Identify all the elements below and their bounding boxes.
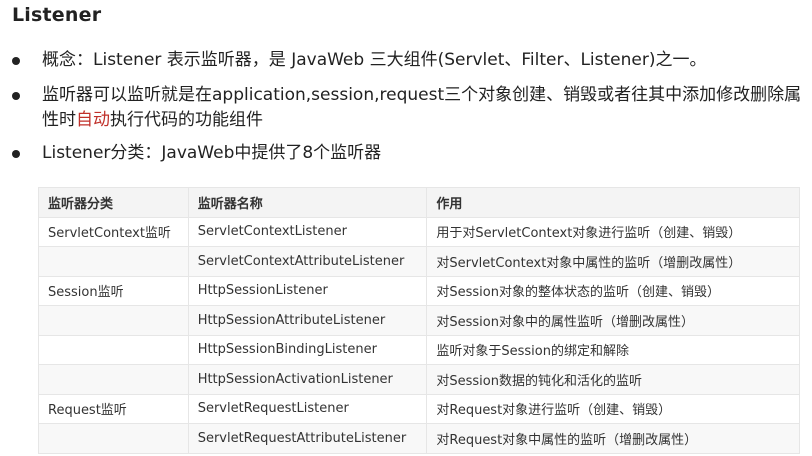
table-row: Session监听 HttpSessionListener 对Session对象… [38,275,800,306]
cell-listener-name: HttpSessionListener [187,275,428,306]
cell-purpose: 监听对象于Session的绑定和解除 [426,334,800,365]
cell-purpose: 对Session对象的整体状态的监听（创建、销毁） [426,275,800,306]
bullet-concept: 概念：Listener 表示监听器，是 JavaWeb 三大组件(Servlet… [12,48,802,73]
cell-listener-name: HttpSessionBindingListener [187,334,428,365]
cell-category [38,364,189,395]
cell-purpose: 对Session数据的钝化和活化的监听 [426,364,800,395]
bullet-text-post: 执行代码的功能组件 [110,110,263,130]
table-row: HttpSessionActivationListener 对Session数据… [38,364,800,395]
cell-purpose: 对Request对象进行监听（创建、销毁） [426,393,800,424]
cell-listener-name: ServletContextAttributeListener [187,246,428,277]
cell-listener-name: HttpSessionAttributeListener [187,305,428,336]
cell-listener-name: HttpSessionActivationListener [187,364,428,395]
bullet-text: 概念：Listener 表示监听器，是 JavaWeb 三大组件(Servlet… [42,50,707,70]
cell-category [38,246,189,277]
cell-purpose: 对Request对象中属性的监听（增删改属性） [426,423,800,454]
listener-table-container: 监听器分类 监听器名称 作用 ServletContext监听 ServletC… [38,187,800,454]
bullet-text: Listener分类：JavaWeb中提供了8个监听器 [42,143,382,163]
table-header-row: 监听器分类 监听器名称 作用 [38,187,800,218]
slide: Listener 概念：Listener 表示监听器，是 JavaWeb 三大组… [0,0,812,456]
bullet-dot-icon [12,150,20,158]
bullet-list: 概念：Listener 表示监听器，是 JavaWeb 三大组件(Servlet… [12,48,802,166]
cell-listener-name: ServletRequestListener [187,393,428,424]
table-row: ServletContextAttributeListener 对Servlet… [38,246,800,277]
bullet-dot-icon [12,57,20,65]
listener-table: 监听器分类 监听器名称 作用 ServletContext监听 ServletC… [38,187,800,454]
bullet-categories: Listener分类：JavaWeb中提供了8个监听器 [12,141,802,166]
cell-purpose: 对ServletContext对象中属性的监听（增删改属性） [426,246,800,277]
cell-purpose: 对Session对象中的属性监听（增删改属性） [426,305,800,336]
column-header-purpose: 作用 [426,187,800,218]
page-title: Listener [12,4,102,26]
table-row: ServletContext监听 ServletContextListener … [38,216,800,247]
cell-purpose: 用于对ServletContext对象进行监听（创建、销毁） [426,216,800,247]
table-row: HttpSessionAttributeListener 对Session对象中… [38,305,800,336]
table-row: Request监听 ServletRequestListener 对Reques… [38,393,800,424]
cell-listener-name: ServletRequestAttributeListener [187,423,428,454]
cell-category: ServletContext监听 [38,216,189,247]
table-row: ServletRequestAttributeListener 对Request… [38,423,800,454]
cell-listener-name: ServletContextListener [187,216,428,247]
cell-category [38,305,189,336]
column-header-name: 监听器名称 [187,187,428,218]
cell-category: Session监听 [38,275,189,306]
bullet-text-highlight: 自动 [76,110,110,130]
cell-category: Request监听 [38,393,189,424]
table-row: HttpSessionBindingListener 监听对象于Session的… [38,334,800,365]
column-header-category: 监听器分类 [38,187,189,218]
bullet-description: 监听器可以监听就是在application,session,request三个对… [12,83,802,133]
cell-category [38,423,189,454]
bullet-dot-icon [12,92,20,100]
cell-category [38,334,189,365]
